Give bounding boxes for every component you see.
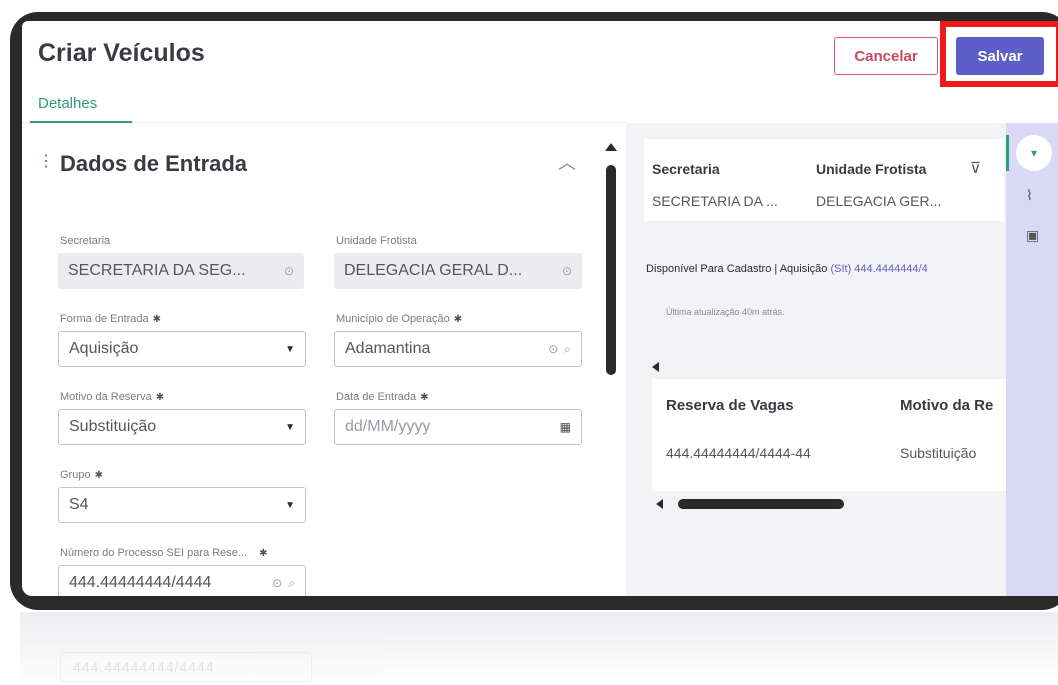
summary-col1-header: Secretaria [652,161,720,177]
required-mark: ✱ [453,314,463,325]
reflection-text: 444.44444444/4444 [73,659,215,675]
data-entrada-input[interactable]: dd/MM/yyyy ▦ [334,409,582,445]
required-mark: ✱ [155,392,165,403]
grupo-value: S4 [69,496,89,513]
rail-active-indicator [1006,135,1009,171]
summary-col1-value: SECRETARIA DA ... [652,193,778,209]
secretaria-value: SECRETARIA DA SEG... [68,262,246,279]
attachment-icon[interactable]: ⌇ [1026,187,1033,204]
graduation-icon: ▾ [1030,146,1038,160]
dropdown-arrow-icon: ▼ [285,499,295,511]
clear-icon[interactable]: ⊙ [272,576,282,590]
lock-icon: ⊙ [283,264,294,278]
horizontal-scrollbar[interactable] [678,499,844,509]
right-rail: ▾ ⌇ ▣ [1006,123,1058,596]
secretaria-field: SECRETARIA DA SEG... ⊙ [58,253,304,289]
reservation-table: Reserva de Vagas Motivo da Re 444.444444… [652,379,1006,491]
tab-detalhes[interactable]: Detalhes [38,95,97,112]
grupo-label: Grupo ✱ [60,469,103,481]
numero-processo-lookup[interactable]: 444.44444444/4444 ⊙ ⌕ [58,565,306,596]
forma-entrada-value: Aquisição [69,340,139,357]
forma-entrada-label: Forma de Entrada ✱ [60,313,162,325]
device-reflection: 444.44444444/4444 [20,612,1058,685]
form-panel: ⋮ Dados de Entrada ︿ Secretaria SECRETAR… [22,123,626,596]
table-cell: 444.44444444/4444-44 [666,445,811,461]
dropdown-arrow-icon: ▼ [285,421,295,433]
dropdown-arrow-icon: ▼ [285,343,295,355]
municipio-operacao-lookup[interactable]: Adamantina ⊙ ⌕ [334,331,582,367]
app-screen: Criar Veículos Cancelar Salvar Detalhes … [22,21,1058,596]
last-update-text: Última atualização 40m atrás. [666,307,785,317]
side-panel: Secretaria Unidade Frotista ⊽ SECRETARIA… [626,123,1006,596]
unidade-frotista-field: DELEGACIA GERAL D... ⊙ [334,253,582,289]
save-highlight-box [940,21,1058,87]
rail-details-button[interactable]: ▾ [1016,135,1052,171]
clear-icon[interactable]: ⊙ [548,342,558,356]
municipio-operacao-label: Município de Operação ✱ [336,313,463,325]
grupo-select[interactable]: S4 ▼ [58,487,306,523]
status-line: Disponível Para Cadastro | Aquisição (SI… [646,263,1006,275]
status-prefix: Disponível Para Cadastro | Aquisição [646,263,828,275]
document-icon[interactable]: ▣ [1026,227,1039,244]
table-cell: Substituição [900,445,977,461]
table-header: Motivo da Re [900,397,994,414]
reflection-ghost-field: 444.44444444/4444 [60,652,312,682]
calendar-icon[interactable]: ▦ [560,420,571,434]
summary-col2-header: Unidade Frotista [816,161,927,177]
required-mark: ✱ [420,392,429,403]
summary-card: Secretaria Unidade Frotista ⊽ SECRETARIA… [644,139,1004,221]
status-link[interactable]: (SIt) 444.4444444/4 [830,263,927,275]
motivo-reserva-select[interactable]: Substituição ▼ [58,409,306,445]
motivo-reserva-label: Motivo da Reserva ✱ [60,391,165,403]
drag-handle-icon[interactable]: ⋮ [38,151,54,171]
scroll-up-arrow-icon[interactable] [605,143,617,151]
section-title: Dados de Entrada [60,151,248,176]
unidade-frotista-label: Unidade Frotista [336,235,417,247]
numero-processo-label: Número do Processo SEI para Rese... ✱ [60,547,268,559]
required-mark: ✱ [259,548,268,559]
scroll-left-arrow-icon[interactable] [656,499,663,509]
collapse-chevron-icon[interactable]: ︿ [558,149,576,175]
vertical-scrollbar[interactable] [606,165,616,375]
numero-processo-value: 444.44444444/4444 [69,574,212,591]
filter-icon[interactable]: ⊽ [970,159,981,177]
scroll-left-arrow-icon[interactable] [652,362,659,372]
required-mark: ✱ [94,470,103,481]
secretaria-label: Secretaria [60,235,111,247]
motivo-reserva-value: Substituição [69,418,157,435]
summary-col2-value: DELEGACIA GER... [816,193,942,209]
search-icon[interactable]: ⌕ [288,576,295,591]
data-entrada-label: Data de Entrada ✱ [336,391,429,403]
required-mark: ✱ [152,314,162,325]
data-entrada-placeholder: dd/MM/yyyy [345,418,431,435]
lock-icon: ⊙ [561,264,572,278]
forma-entrada-select[interactable]: Aquisição ▼ [58,331,306,367]
municipio-operacao-value: Adamantina [345,340,431,357]
search-icon[interactable]: ⌕ [564,342,571,357]
unidade-frotista-value: DELEGACIA GERAL D... [344,262,523,279]
table-header: Reserva de Vagas [666,397,794,414]
page-title: Criar Veículos [38,39,205,67]
cancel-button[interactable]: Cancelar [834,37,938,75]
